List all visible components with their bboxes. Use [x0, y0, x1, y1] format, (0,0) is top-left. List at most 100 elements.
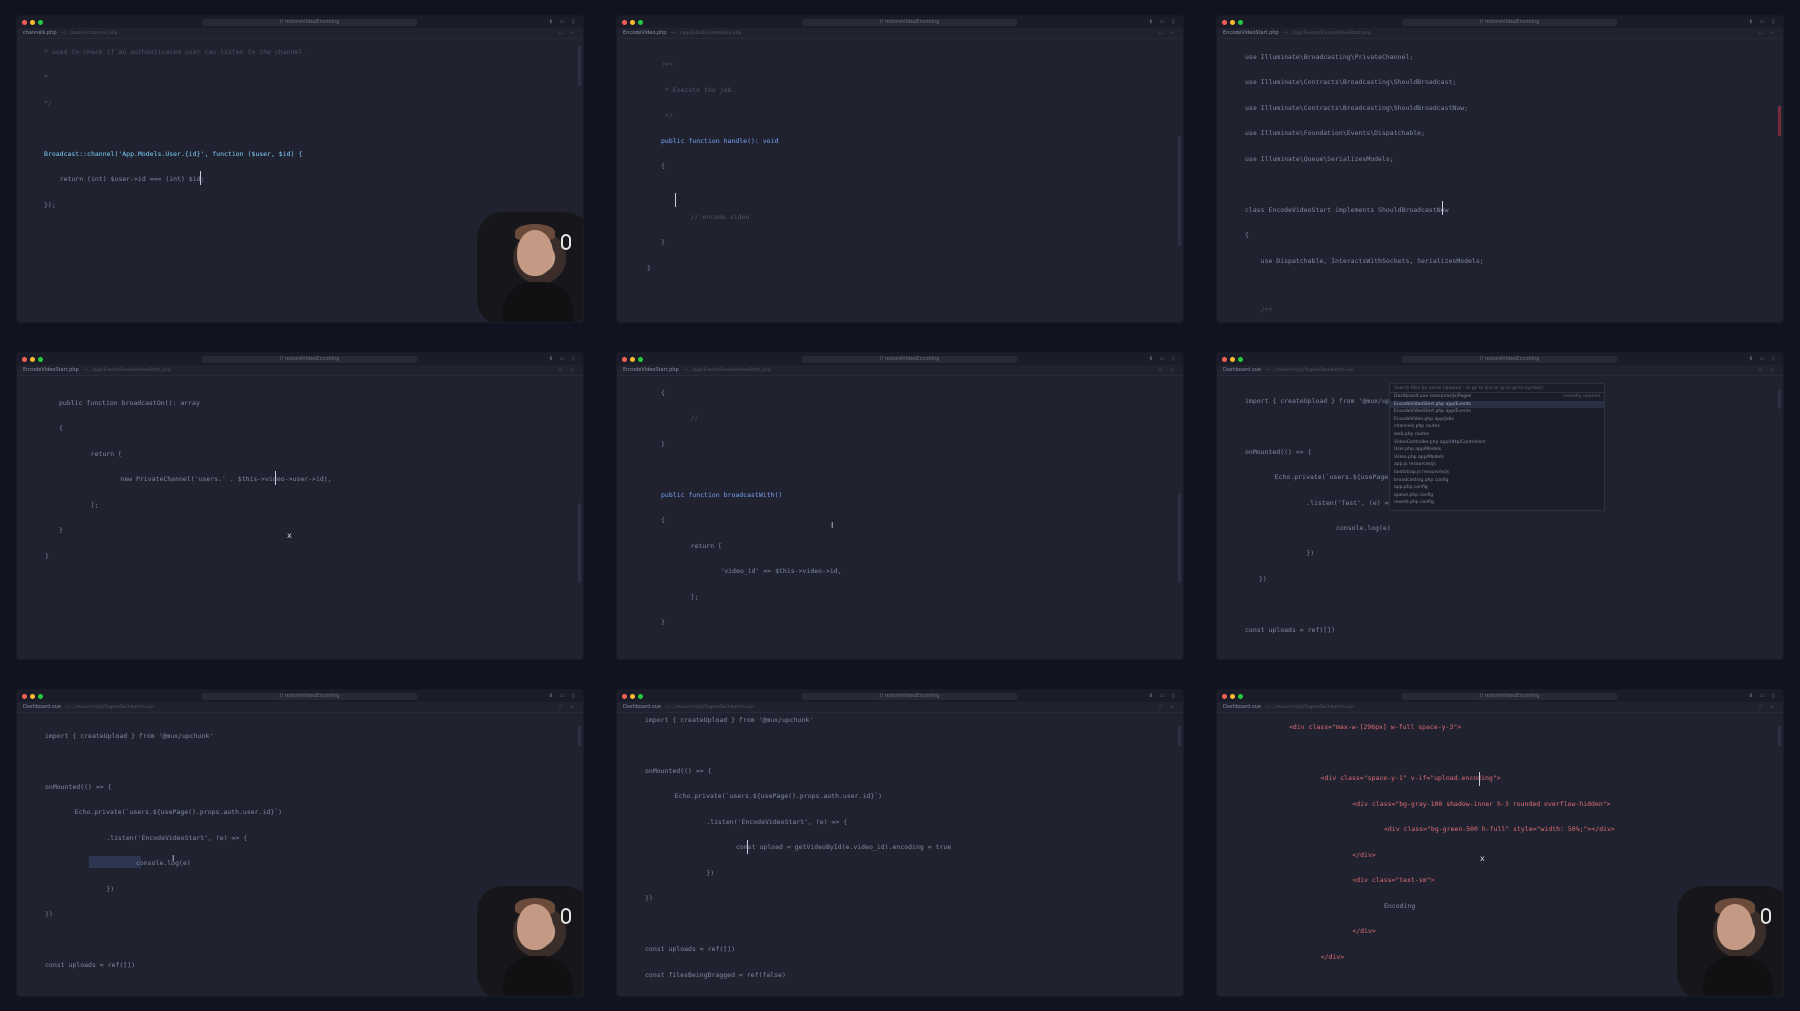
code-area[interactable]: import { createUpload } from '@mux/upchu… [1217, 377, 1783, 659]
tab-actions-icon[interactable]: ◻ ✕ [1759, 367, 1777, 373]
scrollbar[interactable] [578, 726, 581, 746]
tab-active[interactable]: Dashboard.vue [23, 704, 61, 710]
tab-active[interactable]: Dashboard.vue [1223, 367, 1261, 373]
title-bar: // restoreVideoEncoding ▮ ▭ ▯ [17, 690, 583, 702]
minimize-window-icon[interactable] [1230, 693, 1235, 699]
layout-icons[interactable]: ▮ ▭ ▯ [549, 355, 577, 362]
maximize-window-icon[interactable] [1238, 19, 1243, 25]
file-result[interactable]: EncodeVideoStart.php app/Events [1390, 408, 1604, 416]
tab-actions-icon[interactable]: ◻ ✕ [1159, 367, 1177, 373]
file-result[interactable]: app.js resources/js [1390, 461, 1604, 469]
maximize-window-icon[interactable] [638, 693, 643, 699]
maximize-window-icon[interactable] [38, 356, 43, 362]
minimize-window-icon[interactable] [1230, 356, 1235, 362]
window-controls [22, 693, 43, 699]
tab-actions-icon[interactable]: ◻ ✕ [559, 30, 577, 36]
mouse-cursor-icon: I [831, 521, 834, 530]
minimize-window-icon[interactable] [30, 693, 35, 699]
layout-icons[interactable]: ▮ ▭ ▯ [1749, 18, 1777, 25]
scrollbar[interactable] [578, 46, 581, 86]
code-area[interactable]: public function broadcastOn(): array { r… [17, 377, 583, 659]
code-line: * used to check if an authenticated user… [44, 48, 307, 56]
file-result[interactable]: channels.php routes [1390, 423, 1604, 431]
minimize-window-icon[interactable] [630, 693, 635, 699]
tab-actions-icon[interactable]: ◻ ✕ [1759, 30, 1777, 36]
tab-active[interactable]: EncodeVideoStart.php [623, 367, 679, 373]
file-result[interactable]: User.php app/Models [1390, 446, 1604, 454]
minimize-window-icon[interactable] [1230, 19, 1235, 25]
file-result[interactable]: EncodeVideo.php app/Jobs [1390, 416, 1604, 424]
layout-icons[interactable]: ▮ ▭ ▯ [1749, 692, 1777, 699]
tab-active[interactable]: EncodeVideo.php [623, 30, 666, 36]
code-line: * [44, 73, 48, 81]
scrollbar[interactable] [1778, 389, 1781, 409]
file-result[interactable]: Video.php app/Models [1390, 454, 1604, 462]
maximize-window-icon[interactable] [638, 19, 643, 25]
close-window-icon[interactable] [1222, 19, 1227, 25]
file-result[interactable]: reverb.php config [1390, 499, 1604, 507]
tab-actions-icon[interactable]: ◻ ✕ [559, 704, 577, 710]
file-result[interactable]: app.php config [1390, 484, 1604, 492]
code-area[interactable]: { // } public function broadcastWith() {… [617, 377, 1183, 659]
code-line: </div> [1321, 927, 1376, 935]
close-window-icon[interactable] [1222, 693, 1227, 699]
tab-actions-icon[interactable]: ◻ ✕ [1159, 30, 1177, 36]
layout-icons[interactable]: ▮ ▭ ▯ [549, 692, 577, 699]
minimize-window-icon[interactable] [630, 19, 635, 25]
code-area[interactable]: use Illuminate\Broadcasting\PrivateChann… [1217, 40, 1783, 322]
file-result[interactable]: VideoController.php app/Http/Controllers [1390, 439, 1604, 447]
file-result[interactable]: queue.php config [1390, 492, 1604, 500]
code-line: onMounted(() => { [1245, 448, 1312, 456]
close-window-icon[interactable] [622, 693, 627, 699]
file-search-dropdown[interactable]: Search files by name (append : to go to … [1389, 383, 1605, 511]
scrollbar[interactable] [1178, 136, 1181, 246]
close-window-icon[interactable] [622, 356, 627, 362]
code-line: }) [645, 894, 653, 902]
layout-icons[interactable]: ▮ ▭ ▯ [1149, 355, 1177, 362]
file-result[interactable]: broadcasting.php config [1390, 477, 1604, 485]
code-area[interactable]: /** * Execute the job. */ public functio… [617, 40, 1183, 322]
maximize-window-icon[interactable] [1238, 693, 1243, 699]
tab-actions-icon[interactable]: ◻ ✕ [559, 367, 577, 373]
tab-path: ~/.../resources/js/Pages/Dashboard.vue [664, 704, 754, 710]
tab-active[interactable]: EncodeVideoStart.php [1223, 30, 1279, 36]
maximize-window-icon[interactable] [38, 693, 43, 699]
scrollbar[interactable] [1178, 493, 1181, 583]
maximize-window-icon[interactable] [1238, 356, 1243, 362]
scrollbar[interactable] [1778, 106, 1781, 136]
tab-bar: Dashboard.vue ~/.../resources/js/Pages/D… [1217, 702, 1783, 713]
tab-actions-icon[interactable]: ◻ ✕ [1159, 704, 1177, 710]
close-window-icon[interactable] [22, 693, 27, 699]
layout-icons[interactable]: ▮ ▭ ▯ [1149, 18, 1177, 25]
code-area[interactable]: import { createUpload } from '@mux/upchu… [617, 714, 1183, 996]
close-window-icon[interactable] [22, 19, 27, 25]
tab-active[interactable]: Dashboard.vue [1223, 704, 1261, 710]
layout-icons[interactable]: ▮ ▭ ▯ [1749, 355, 1777, 362]
minimize-window-icon[interactable] [630, 356, 635, 362]
tab-actions-icon[interactable]: ◻ ✕ [1759, 704, 1777, 710]
window-title: // restoreVideoEncoding [202, 693, 417, 700]
minimize-window-icon[interactable] [30, 19, 35, 25]
tab-bar: channels.php ~/.../routes/channels.php ◻… [17, 28, 583, 39]
scrollbar[interactable] [578, 503, 581, 583]
scrollbar[interactable] [1778, 726, 1781, 746]
file-search-input[interactable]: Search files by name (append : to go to … [1390, 384, 1604, 393]
close-window-icon[interactable] [622, 19, 627, 25]
layout-icons[interactable]: ▮ ▭ ▯ [549, 18, 577, 25]
mouse-cursor-icon: x [1480, 854, 1485, 863]
maximize-window-icon[interactable] [638, 356, 643, 362]
file-result-selected[interactable]: EncodeVideoStart.php app/Events [1390, 400, 1604, 409]
file-result[interactable]: bootstrap.js resources/js [1390, 469, 1604, 477]
close-window-icon[interactable] [22, 356, 27, 362]
code-line: onMounted(() => { [645, 767, 712, 775]
file-result[interactable]: web.php routes [1390, 431, 1604, 439]
maximize-window-icon[interactable] [38, 19, 43, 25]
scrollbar[interactable] [1178, 726, 1181, 746]
close-window-icon[interactable] [1222, 356, 1227, 362]
tab-active[interactable]: channels.php [23, 30, 57, 36]
tab-active[interactable]: EncodeVideoStart.php [23, 367, 79, 373]
tab-bar: Dashboard.vue ~/.../resources/js/Pages/D… [17, 702, 583, 713]
tab-active[interactable]: Dashboard.vue [623, 704, 661, 710]
layout-icons[interactable]: ▮ ▭ ▯ [1149, 692, 1177, 699]
minimize-window-icon[interactable] [30, 356, 35, 362]
